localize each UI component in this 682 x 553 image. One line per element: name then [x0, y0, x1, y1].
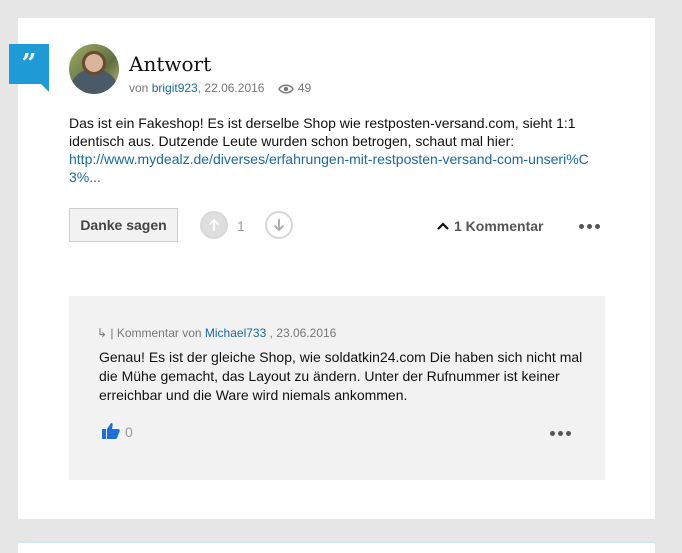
post-date: , 22.06.2016	[197, 81, 265, 95]
reply-meta: ↳ | Kommentar von Michael733 , 23.06.201…	[97, 326, 336, 340]
author-link[interactable]: brigit923	[152, 81, 198, 95]
eye-icon	[277, 83, 294, 97]
meta-prefix: von	[129, 81, 149, 95]
reply-text: Genau! Es ist der gleiche Shop, wie sold…	[99, 349, 583, 403]
reply-author-link[interactable]: Michael733	[205, 326, 266, 340]
post-meta: von brigit923, 22.06.2016 49	[129, 81, 311, 97]
post-title: Antwort	[129, 52, 212, 76]
thanks-button[interactable]: Danke sagen	[69, 208, 178, 242]
vote-count: 1	[237, 218, 245, 234]
like-count: 0	[125, 424, 133, 440]
reply-comment: ↳ | Kommentar von Michael733 , 23.06.201…	[69, 296, 605, 480]
avatar[interactable]	[69, 44, 119, 94]
post-body: Das ist ein Fakeshop! Es ist derselbe Sh…	[69, 114, 609, 186]
quote-icon: ”	[9, 44, 49, 92]
upvote-button[interactable]	[200, 211, 228, 239]
post-body-text: Das ist ein Fakeshop! Es ist derselbe Sh…	[69, 115, 576, 149]
chevron-up-icon	[437, 222, 449, 230]
arrow-down-icon	[273, 219, 285, 232]
arrow-up-icon	[208, 218, 220, 231]
thumbs-up-icon[interactable]	[101, 422, 121, 445]
more-icon[interactable]	[579, 224, 601, 230]
next-card	[18, 541, 655, 553]
comments-toggle-label: 1 Kommentar	[454, 218, 544, 234]
post-link[interactable]: http://www.mydealz.de/diverses/erfahrung…	[69, 151, 589, 185]
comments-toggle[interactable]: 1 Kommentar	[436, 218, 543, 234]
reply-prefix: ↳ | Kommentar von	[97, 326, 202, 340]
downvote-button[interactable]	[265, 211, 293, 239]
more-icon[interactable]	[550, 431, 572, 437]
reply-date: , 23.06.2016	[269, 326, 337, 340]
view-count: 49	[297, 81, 312, 95]
